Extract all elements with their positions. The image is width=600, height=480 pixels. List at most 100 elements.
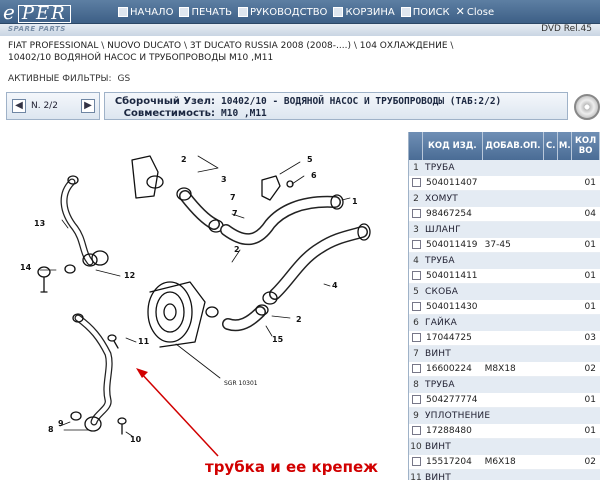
parts-table: КОД ИЗД. ДОБАВ.ОП. С. М. КОЛ ВО 1 ТРУБА 50…	[408, 132, 600, 480]
header-m[interactable]: М.	[558, 132, 573, 160]
table-row-name[interactable]: 1 ТРУБА	[409, 160, 600, 176]
disk-icon[interactable]	[574, 94, 600, 120]
callout-2[interactable]: 2	[181, 155, 187, 164]
table-row[interactable]: 98467254 04	[409, 206, 600, 222]
group-navbar: ◀ N. 2/2 ▶ Сборочный Узел: 10402/10 - ВОД…	[6, 92, 600, 126]
menu-close[interactable]: ✕ Close	[456, 6, 495, 18]
callout-7b[interactable]: 7	[230, 193, 236, 202]
row-number: 5	[413, 286, 419, 297]
select-checkbox[interactable]	[412, 364, 421, 374]
diagram-svg: 1 2 3 4 5 6 7 2 8 9 10 11 12 13 14 15 2 …	[20, 155, 371, 457]
part-name: ВИНТ	[425, 472, 451, 480]
menu-cart-label: КОРЗИНА	[345, 6, 395, 18]
callout-4[interactable]: 4	[332, 281, 338, 290]
callout-14[interactable]: 14	[20, 263, 32, 272]
part-qty: 01	[584, 270, 596, 281]
table-row-name[interactable]: 3 ШЛАНГ	[409, 222, 600, 238]
part-code[interactable]: 16600224	[423, 364, 483, 374]
callout-13[interactable]: 13	[34, 219, 45, 228]
spare-parts-label: SPARE PARTS	[8, 25, 66, 33]
table-row[interactable]: 504277774 01	[409, 392, 600, 408]
table-row[interactable]: 504011407 01	[409, 175, 600, 191]
menu-print[interactable]: ПЕЧАТЬ	[179, 7, 232, 18]
callout-10[interactable]: 10	[130, 435, 142, 444]
table-row-name[interactable]: 8 ТРУБА	[409, 377, 600, 393]
table-row-name[interactable]: 5 СКОБА	[409, 284, 600, 300]
table-row-name[interactable]: 6 ГАЙКА	[409, 315, 600, 331]
home-icon	[118, 7, 128, 17]
callout-11[interactable]: 11	[138, 337, 150, 346]
part-code[interactable]: 504011430	[423, 302, 483, 312]
table-row-name[interactable]: 7 ВИНТ	[409, 346, 600, 362]
callout-15[interactable]: 15	[272, 335, 284, 344]
part-name: ТРУБА	[425, 379, 455, 390]
table-row[interactable]: 16600224 M8X18 02	[409, 361, 600, 377]
table-row[interactable]: 17288480 01	[409, 423, 600, 439]
active-filters: АКТИВНЫЕ ФИЛЬТРЫ: GS	[8, 74, 136, 84]
part-code[interactable]: 504011419	[423, 240, 483, 250]
row-number: 10	[410, 441, 422, 452]
next-page-button[interactable]: ▶	[81, 99, 95, 113]
select-checkbox[interactable]	[412, 209, 421, 219]
table-row[interactable]: 504011430 01	[409, 299, 600, 315]
menu-search[interactable]: ПОИСК	[400, 7, 450, 18]
menu-home[interactable]: НАЧАЛО	[118, 7, 173, 18]
part-code[interactable]: 98467254	[423, 209, 483, 219]
part-code[interactable]: 504011407	[423, 178, 483, 188]
header-add[interactable]: ДОБАВ.ОП.	[483, 132, 545, 160]
callout-3[interactable]: 3	[221, 175, 227, 184]
table-row-name[interactable]: 2 ХОМУТ	[409, 191, 600, 207]
header-qty[interactable]: КОЛ ВО	[572, 132, 600, 160]
callout-1[interactable]: 1	[352, 197, 358, 206]
menu-cart[interactable]: КОРЗИНА	[333, 6, 395, 18]
row-number: 8	[413, 379, 419, 390]
callout-8[interactable]: 8	[48, 425, 54, 434]
prev-page-button[interactable]: ◀	[12, 99, 26, 113]
part-code[interactable]: 17044725	[423, 333, 483, 343]
select-checkbox[interactable]	[412, 426, 421, 436]
part-qty: 02	[584, 363, 596, 374]
part-code[interactable]: 504277774	[423, 395, 483, 405]
select-checkbox[interactable]	[412, 395, 421, 405]
table-row-name[interactable]: 11 ВИНТ	[409, 470, 600, 480]
table-row-name[interactable]: 4 ТРУБА	[409, 253, 600, 269]
menu-manual[interactable]: РУКОВОДСТВО	[237, 7, 327, 18]
select-checkbox[interactable]	[412, 302, 421, 312]
compat-row: Совместимость: M10 ,M11	[109, 108, 267, 119]
breadcrumb-line-1[interactable]: FIAT PROFESSIONAL \ NUOVO DUCATO \ 3T DU…	[8, 40, 593, 52]
select-checkbox[interactable]	[412, 178, 421, 188]
select-checkbox[interactable]	[412, 457, 421, 467]
select-checkbox[interactable]	[412, 333, 421, 343]
filters-value: GS	[117, 74, 131, 84]
table-row-name[interactable]: 9 УПЛОТНЕНИЕ	[409, 408, 600, 424]
page-number: N. 2/2	[31, 101, 58, 111]
header-code[interactable]: КОД ИЗД.	[423, 132, 483, 160]
part-qty: 01	[584, 177, 596, 188]
callout-2c[interactable]: 2	[296, 315, 302, 324]
callout-7[interactable]: 7	[232, 209, 238, 218]
part-code[interactable]: 17288480	[423, 426, 483, 436]
group-info: Сборочный Узел: 10402/10 - ВОДЯНОЙ НАСОС …	[104, 92, 568, 120]
select-checkbox[interactable]	[412, 240, 421, 250]
menu-close-label: Close	[466, 6, 495, 18]
breadcrumb-line-2[interactable]: 10402/10 ВОДЯНОЙ НАСОС И ТРУБОПРОВОДЫ M1…	[8, 52, 593, 64]
select-checkbox[interactable]	[412, 271, 421, 281]
filters-label: АКТИВНЫЕ ФИЛЬТРЫ:	[8, 74, 112, 84]
part-name: ГАЙКА	[425, 317, 457, 328]
callout-6[interactable]: 6	[311, 171, 317, 180]
table-row[interactable]: 504011411 01	[409, 268, 600, 284]
callout-5[interactable]: 5	[307, 155, 313, 164]
row-number: 1	[413, 162, 419, 173]
callout-12[interactable]: 12	[124, 271, 135, 280]
callout-2b[interactable]: 2	[234, 245, 240, 254]
table-row[interactable]: 17044725 03	[409, 330, 600, 346]
callout-9[interactable]: 9	[58, 419, 64, 428]
print-icon	[179, 7, 190, 17]
table-row[interactable]: 15517204 M6X18 02	[409, 454, 600, 470]
header-s[interactable]: С.	[544, 132, 559, 160]
row-number: 2	[413, 193, 419, 204]
part-code[interactable]: 504011411	[423, 271, 483, 281]
part-code[interactable]: 15517204	[423, 457, 483, 467]
table-row[interactable]: 504011419 37-45 01	[409, 237, 600, 253]
table-row-name[interactable]: 10 ВИНТ	[409, 439, 600, 455]
